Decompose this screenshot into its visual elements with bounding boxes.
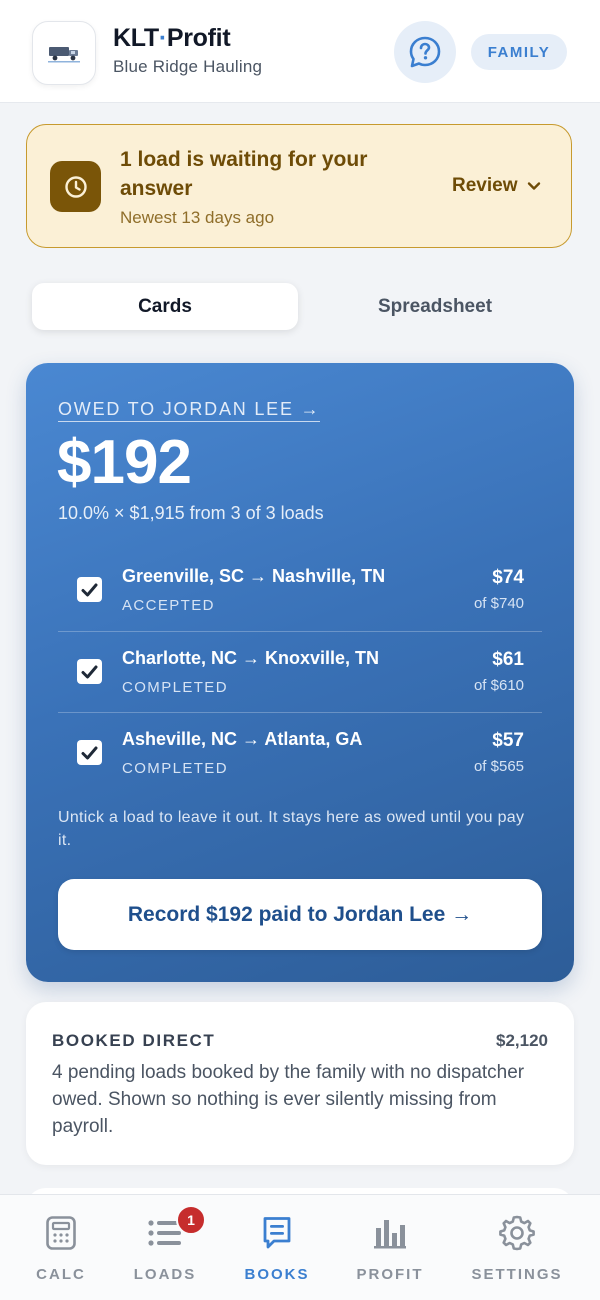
booked-direct-card: BOOKED DIRECT $2,120 4 pending loads boo…: [26, 1002, 574, 1165]
load-share: $74: [492, 567, 524, 588]
app-title: KLT·Profit: [113, 24, 231, 52]
load-gross: of $565: [473, 758, 524, 775]
tab-cards[interactable]: Cards: [32, 283, 298, 330]
record-payment-button[interactable]: Record $192 paid to Jordan Lee →: [58, 879, 542, 950]
booked-direct-amount: $2,120: [496, 1031, 548, 1050]
owed-card: OWED TO JORDAN LEE → $192 10.0% × $1,915…: [26, 363, 574, 982]
nav-label: SETTINGS: [471, 1266, 563, 1283]
alert-title: 1 load is waiting for your answer: [120, 148, 368, 200]
nav-label: BOOKS: [244, 1266, 310, 1283]
owed-amount: $192: [57, 428, 192, 497]
chevron-down-icon: [528, 182, 541, 190]
load-gross: of $740: [473, 595, 524, 612]
question-bubble-icon: [409, 36, 441, 68]
nav-settings[interactable]: SETTINGS: [462, 1213, 572, 1283]
load-status: ACCEPTED: [122, 597, 215, 614]
gear-icon: [497, 1213, 537, 1253]
nav-label: CALC: [36, 1266, 86, 1283]
role-badge[interactable]: FAMILY: [471, 34, 567, 70]
load-route: Greenville, SC → Nashville, TN: [122, 566, 386, 586]
nav-loads[interactable]: 1 LOADS: [110, 1205, 220, 1283]
load-status: COMPLETED: [122, 679, 228, 696]
load-checkbox[interactable]: [77, 740, 102, 765]
truck-logo-icon: [32, 21, 96, 85]
owed-summary: 10.0% × $1,915 from 3 of 3 loads: [58, 503, 324, 523]
nav-label: PROFIT: [356, 1266, 424, 1283]
load-route: Asheville, NC → Atlanta, GA: [122, 729, 363, 749]
app-header: KLT·Profit Blue Ridge Hauling FAMILY: [0, 0, 600, 103]
owed-to-link[interactable]: OWED TO JORDAN LEE →: [58, 399, 321, 422]
load-share: $57: [492, 730, 524, 751]
load-checkbox[interactable]: [77, 577, 102, 602]
booked-direct-description: 4 pending loads booked by the family wit…: [52, 1062, 525, 1137]
loads-badge: 1: [176, 1205, 206, 1235]
help-button[interactable]: [394, 21, 456, 83]
load-route: Charlotte, NC → Knoxville, TN: [122, 648, 380, 668]
load-checkbox[interactable]: [77, 659, 102, 684]
nav-books[interactable]: BOOKS: [222, 1213, 332, 1283]
checkmark-icon: [81, 746, 98, 759]
checkmark-icon: [81, 583, 98, 596]
load-row: Greenville, SC → Nashville, TN ACCEPTED …: [58, 550, 542, 632]
load-share: $61: [492, 649, 524, 670]
nav-profit[interactable]: PROFIT: [335, 1213, 445, 1283]
nav-calc[interactable]: CALC: [6, 1213, 116, 1283]
bar-chart-icon: [370, 1213, 410, 1253]
load-row: Asheville, NC → Atlanta, GA COMPLETED $5…: [58, 712, 542, 795]
clock-icon: [50, 161, 101, 212]
review-button[interactable]: Review: [452, 175, 541, 197]
load-status: COMPLETED: [122, 760, 228, 777]
booked-direct-title: BOOKED DIRECT: [52, 1031, 216, 1050]
alert-subtitle: Newest 13 days ago: [120, 208, 275, 227]
owed-note: Untick a load to leave it out. It stays …: [58, 809, 525, 849]
load-row: Charlotte, NC → Knoxville, TN COMPLETED …: [58, 631, 542, 714]
review-label: Review: [452, 175, 518, 196]
nav-label: LOADS: [133, 1266, 197, 1283]
calculator-icon: [41, 1213, 81, 1253]
bottom-nav: CALC 1 LOADS BOOKS PROFIT SETTINGS: [0, 1194, 600, 1300]
company-name: Blue Ridge Hauling: [113, 57, 263, 76]
book-icon: [257, 1213, 297, 1253]
pending-loads-alert[interactable]: 1 load is waiting for your answer Newest…: [26, 124, 572, 248]
tab-spreadsheet[interactable]: Spreadsheet: [302, 283, 568, 330]
load-gross: of $610: [473, 677, 524, 694]
checkmark-icon: [81, 665, 98, 678]
